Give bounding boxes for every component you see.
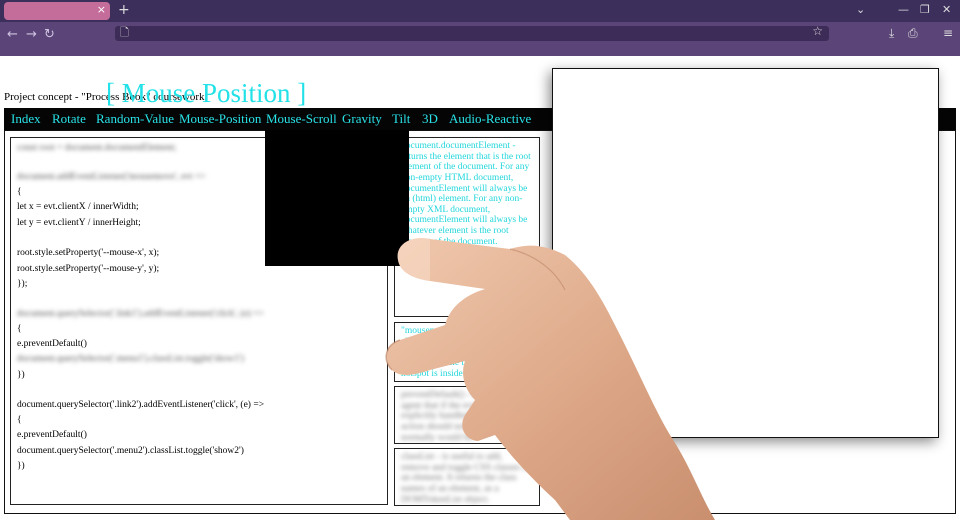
close-window-icon[interactable]: ✕	[942, 3, 951, 16]
maximize-icon[interactable]: ❐	[920, 3, 930, 16]
code-line: root.style.setProperty('--mouse-y', y);	[17, 264, 160, 274]
menu-item-mouse-scroll[interactable]: Mouse-Scroll	[266, 111, 337, 127]
code-line: let y = evt.clientY / innerHeight;	[17, 218, 141, 228]
menu-item-tilt[interactable]: Tilt	[392, 111, 410, 127]
minimize-icon[interactable]: —	[898, 3, 909, 16]
forward-icon[interactable]: →	[26, 27, 37, 42]
code-line: {	[17, 324, 22, 334]
menu-item-index[interactable]: Index	[11, 111, 41, 127]
hand-illustration	[385, 238, 715, 520]
page-title: [ Mouse Position ]	[106, 78, 307, 108]
back-icon[interactable]: ←	[7, 27, 18, 42]
address-bar[interactable]: 🗋 ☆	[115, 24, 829, 41]
reload-icon[interactable]: ↻	[44, 27, 55, 42]
code-line: const root = document.documentElement;	[17, 143, 177, 153]
menu-item-gravity[interactable]: Gravity	[342, 111, 382, 127]
navigation-bar: ← → ↻ 🗋 ☆ ⤓ ⎙ ≡	[0, 22, 960, 56]
code-line: document.querySelector('.menu1').classLi…	[17, 354, 244, 364]
code-line: });	[17, 279, 28, 289]
menu-item-rotate[interactable]: Rotate	[52, 111, 86, 127]
code-line: document.querySelector('.link1').addEven…	[17, 309, 265, 319]
code-line: })	[17, 461, 25, 471]
bookmark-star-icon[interactable]: ☆	[812, 24, 823, 38]
code-line: })	[17, 370, 25, 380]
code-line: root.style.setProperty('--mouse-x', x);	[17, 248, 160, 258]
extensions-icon[interactable]: ⎙	[908, 26, 918, 41]
code-line: {	[17, 415, 22, 425]
menu-icon[interactable]: ≡	[943, 26, 953, 40]
code-line: e.preventDefault()	[17, 430, 87, 440]
chevron-down-icon[interactable]: ⌄	[856, 3, 865, 16]
close-tab-icon[interactable]: ×	[97, 3, 106, 16]
code-line: e.preventDefault()	[17, 339, 87, 349]
menu-item-mouse-position[interactable]: Mouse-Position	[179, 111, 261, 127]
code-line: document.addEventListener('mousemove', e…	[17, 172, 206, 182]
download-icon[interactable]: ⤓	[889, 26, 894, 41]
code-line: {	[17, 187, 22, 197]
menu-item-random-value[interactable]: Random-Value	[96, 111, 174, 127]
code-line: document.querySelector('.menu2').classLi…	[17, 446, 244, 456]
page-icon: 🗋	[120, 26, 129, 39]
code-line: document.querySelector('.link2').addEven…	[17, 400, 265, 410]
new-tab-icon[interactable]: +	[118, 2, 130, 18]
tab-bar: × + ⌄ — ❐ ✕	[0, 0, 960, 22]
code-line: let x = evt.clientX / innerWidth;	[17, 202, 139, 212]
menu-item-3d[interactable]: 3D	[422, 111, 438, 127]
menu-item-audio-reactive[interactable]: Audio-Reactive	[449, 111, 531, 127]
active-tab[interactable]: ×	[4, 2, 110, 20]
